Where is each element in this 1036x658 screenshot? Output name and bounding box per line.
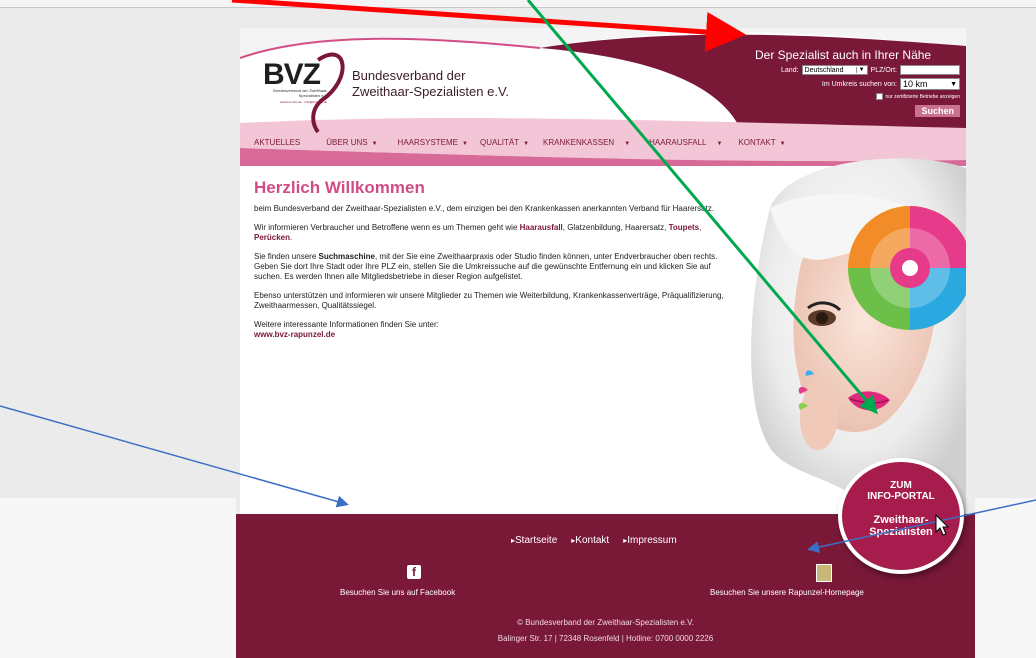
land-label: Land: (781, 66, 799, 74)
footer-link-startseite[interactable]: Startseite (511, 535, 557, 546)
rapunzel-link-text[interactable]: Besuchen Sie unsere Rapunzel-Homepage (710, 588, 864, 597)
plz-input[interactable] (900, 65, 960, 75)
search-title: Der Spezialist auch in Ihrer Nähe (755, 48, 932, 62)
caret-down-icon: ▼ (716, 141, 723, 147)
background-right-panel (975, 498, 1036, 658)
search-row-land: Land: Deutschland ▼ PLZ/Ort: (755, 65, 960, 75)
caret-down-icon: ▼ (462, 141, 468, 147)
nav-label: KONTAKT (738, 138, 776, 147)
rapunzel-link[interactable]: www.bvz-rapunzel.de (254, 330, 335, 339)
footer-link-kontakt[interactable]: Kontakt (571, 535, 609, 546)
website-page: BVZ Bundesverband der Zweithaar-Speziali… (240, 28, 966, 514)
nav-item-aktuelles[interactable]: AKTUELLES (254, 138, 300, 147)
caret-down-icon: ▼ (779, 141, 786, 147)
portal-line2: INFO-PORTAL (867, 491, 935, 502)
footer-address: Balinger Str. 17 | 72348 Rosenfeld | Hot… (497, 634, 714, 643)
nav-label: HAARSYSTEME (397, 138, 459, 147)
land-select[interactable]: Deutschland ▼ (801, 65, 868, 75)
background-left-panel (0, 498, 236, 658)
nav-item-kontakt[interactable]: KONTAKT ▼ (738, 138, 785, 147)
chevron-down-icon: ▼ (855, 67, 865, 73)
portal-badge-bottom-text: Zweithaar- Spezialisten (842, 514, 960, 538)
text: , Glatzenbildung, Haarersatz, (562, 223, 669, 232)
nav-item-haarsysteme[interactable]: HAARSYSTEME ▼ (398, 138, 468, 147)
link-haarausfall[interactable]: Haarausfall (520, 223, 563, 232)
bvz-logo[interactable]: BVZ Bundesverband der Zweithaar-Speziali… (256, 58, 348, 118)
certified-label: nur zertifizierte Betriebe anzeigen (885, 93, 961, 100)
organization-name: Bundesverband der Zweithaar-Spezialisten… (352, 68, 509, 100)
radius-select-value: 10 km (903, 79, 928, 89)
nav-item-krankenkassen[interactable]: KRANKENKASSEN ▼ (543, 138, 630, 147)
more-info-text: Weitere interessante Informationen finde… (254, 320, 439, 329)
footer-copyright: © Bundesverband der Zweithaar-Spezialist… (517, 618, 694, 627)
page-title: Herzlich Willkommen (254, 178, 425, 197)
topics-paragraph: Wir informieren Verbraucher und Betroffe… (254, 223, 724, 243)
search-info-paragraph: Sie finden unsere Suchmaschine, mit der … (254, 252, 724, 282)
intro-paragraph: beim Bundesverband der Zweithaar-Spezial… (254, 204, 714, 213)
text: Sie finden unsere (254, 252, 319, 261)
facebook-icon[interactable]: f (407, 565, 421, 579)
link-toupets[interactable]: Toupets (669, 223, 700, 232)
radius-select[interactable]: 10 km ▼ (900, 78, 960, 90)
facebook-link-text[interactable]: Besuchen Sie uns auf Facebook (340, 588, 455, 597)
portal-line3: Zweithaar- (873, 514, 929, 526)
logo-url: www.bvz-info.de · info@bvz-info.de (280, 100, 328, 104)
logo-wordmark: BVZ (263, 58, 321, 91)
search-engine-bold: Suchmaschine (318, 252, 375, 261)
org-name-line2: Zweithaar-Spezialisten e.V. (352, 84, 510, 99)
search-button[interactable]: Suchen (915, 105, 960, 117)
hero-image-woman-lollipop (730, 148, 966, 514)
main-content: Herzlich Willkommen beim Bundesverband d… (254, 178, 724, 340)
nav-item-ueber-uns[interactable]: ÜBER UNS ▼ (326, 138, 377, 147)
portal-line1: ZUM (890, 480, 912, 491)
caret-down-icon: ▼ (523, 141, 530, 147)
text: . (290, 233, 293, 242)
text: , (699, 223, 702, 232)
footer-link-impressum[interactable]: Impressum (623, 535, 676, 546)
link-peruecken[interactable]: Perücken (254, 233, 290, 242)
caret-down-icon: ▼ (371, 141, 378, 147)
search-row-certified: nur zertifizierte Betriebe anzeigen (755, 93, 960, 100)
members-paragraph: Ebenso unterstützen und informieren wir … (254, 291, 724, 310)
caret-down-icon: ▼ (624, 141, 631, 147)
main-navigation: AKTUELLES ÜBER UNS ▼ HAARSYSTEME ▼ QUALITÄ… (254, 138, 786, 147)
radius-label: Im Umkreis suchen von: (821, 80, 897, 88)
certified-checkbox[interactable] (875, 93, 883, 100)
logo-subtitle: Bundesverband der Zweithaar-Spezialisten… (273, 88, 328, 98)
search-row-radius: Im Umkreis suchen von: 10 km ▼ (755, 78, 960, 90)
land-select-value: Deutschland (804, 66, 844, 74)
nav-label: HAARAUSFALL (649, 138, 707, 147)
browser-top-line (0, 0, 1036, 8)
nav-item-qualitaet[interactable]: QUALITÄT ▼ (480, 138, 529, 147)
org-name-line1: Bundesverband der (352, 68, 466, 83)
rapunzel-icon[interactable] (816, 564, 832, 582)
info-portal-badge[interactable]: ZUM INFO-PORTAL Zweithaar- Spezialisten (842, 462, 960, 570)
portal-line4: Spezialisten (869, 526, 933, 538)
portal-badge-top-text: ZUM INFO-PORTAL (842, 480, 960, 502)
nav-label: AKTUELLES (254, 138, 301, 147)
footer-links: Startseite Kontakt Impressum (511, 535, 677, 546)
nav-label: QUALITÄT (479, 138, 520, 147)
chevron-down-icon: ▼ (950, 80, 957, 88)
text: Wir informieren Verbraucher und Betroffe… (254, 223, 520, 232)
nav-label: ÜBER UNS (326, 138, 368, 147)
nav-label: KRANKENKASSEN (543, 138, 615, 147)
nav-item-haarausfall[interactable]: HAARAUSFALL ▼ (649, 138, 722, 147)
plz-label: PLZ/Ort: (870, 66, 897, 74)
specialist-search: Der Spezialist auch in Ihrer Nähe Land: … (755, 48, 960, 117)
